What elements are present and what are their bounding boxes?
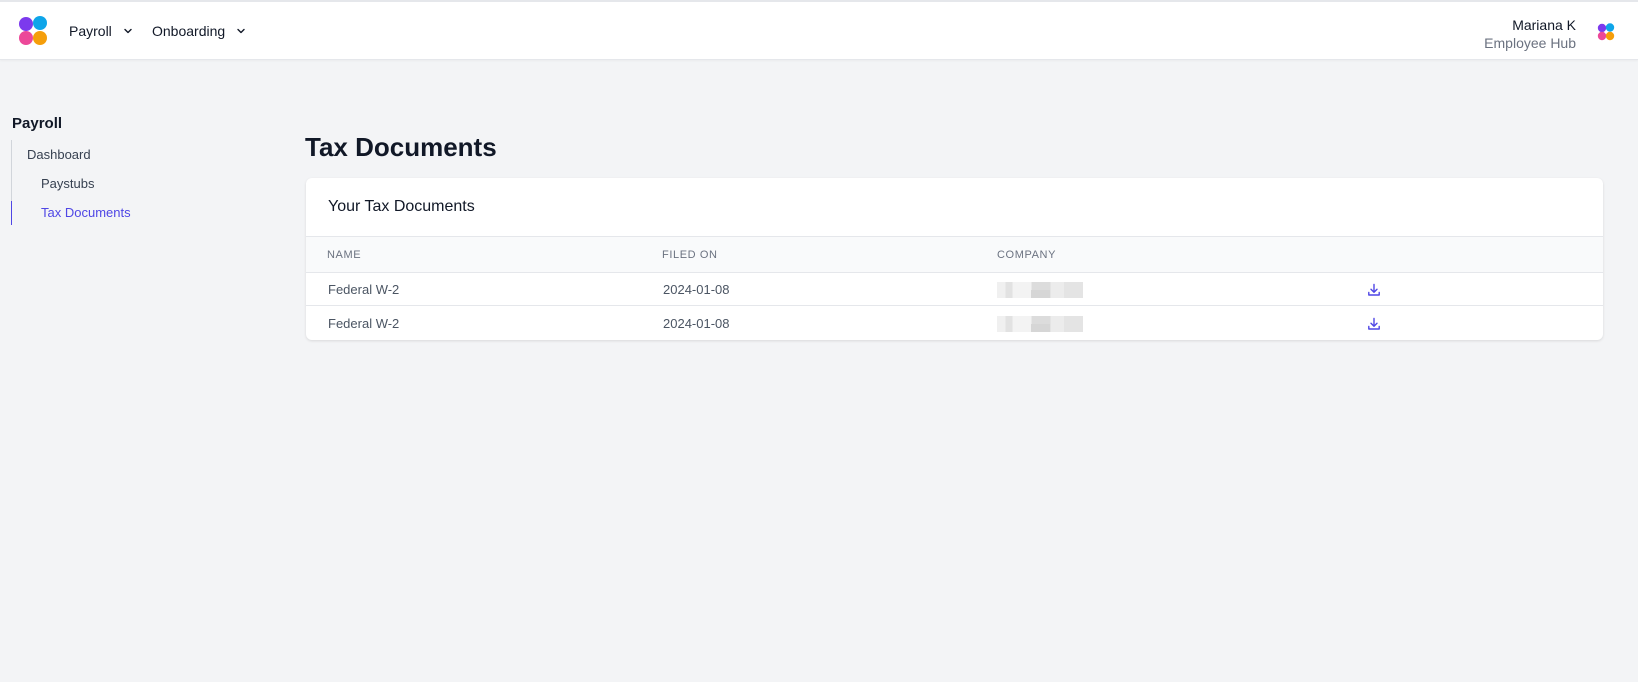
table-row: Federal W-2 2024-01-08 (306, 273, 1603, 306)
sidebar-item-paystubs[interactable]: Paystubs (41, 176, 94, 191)
filed-on-date: 2024-01-08 (663, 316, 730, 331)
nav-onboarding-label: Onboarding (152, 23, 226, 39)
top-navbar: Payroll Onboarding Mariana K Employee Hu… (0, 0, 1638, 60)
sidebar-active-indicator (11, 201, 12, 225)
table-row: Federal W-2 2024-01-08 (306, 307, 1603, 340)
filed-on-date: 2024-01-08 (663, 282, 730, 297)
column-header-filed-on[interactable]: FILED ON (662, 249, 718, 261)
nav-payroll-menu[interactable]: Payroll (69, 2, 133, 60)
table-header: NAME FILED ON COMPANY (306, 236, 1603, 273)
sidebar-item-dashboard[interactable]: Dashboard (27, 147, 91, 162)
sidebar-title: Payroll (12, 115, 63, 132)
user-name: Mariana K (1512, 17, 1576, 33)
document-name: Federal W-2 (328, 282, 400, 297)
page-title: Tax Documents (305, 132, 497, 162)
brand-logo-icon[interactable] (17, 15, 49, 47)
column-header-name[interactable]: NAME (327, 249, 361, 261)
card-title: Your Tax Documents (328, 198, 475, 215)
column-header-company[interactable]: COMPANY (997, 249, 1056, 261)
download-icon[interactable] (1366, 316, 1382, 332)
tax-documents-card: Your Tax Documents NAME FILED ON COMPANY… (306, 178, 1603, 340)
company-name-redacted (997, 316, 1083, 332)
nav-payroll-label: Payroll (69, 23, 112, 39)
nav-onboarding-menu[interactable]: Onboarding (152, 2, 246, 60)
sidebar-item-tax-documents[interactable]: Tax Documents (41, 205, 131, 220)
avatar[interactable] (1596, 22, 1616, 42)
download-icon[interactable] (1366, 282, 1382, 298)
user-menu[interactable]: Mariana K Employee Hub (1484, 16, 1576, 52)
document-name: Federal W-2 (328, 316, 400, 331)
company-name-redacted (997, 282, 1083, 298)
user-subtitle: Employee Hub (1484, 35, 1576, 51)
chevron-down-icon (124, 28, 132, 34)
chevron-down-icon (237, 28, 245, 34)
